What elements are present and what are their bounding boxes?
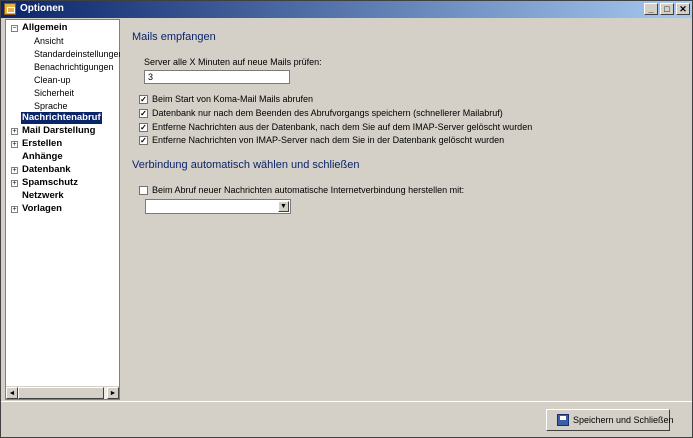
checkbox-save-db-after-fetch[interactable]: ✓ — [139, 109, 148, 118]
window-title: Optionen — [20, 3, 64, 14]
checkbox-label: Entferne Nachrichten von IMAP-Server nac… — [152, 135, 505, 145]
sidebar-horizontal-scrollbar[interactable]: ◄ ► — [6, 386, 119, 399]
checkbox-fetch-on-start[interactable]: ✓ — [139, 95, 148, 104]
section-title-verbindung: Verbindung automatisch wählen und schlie… — [132, 159, 360, 171]
tree-item-sicherheit[interactable]: Sicherheit — [34, 87, 74, 99]
checkbox-label: Entferne Nachrichten aus der Datenbank, … — [152, 122, 533, 132]
save-and-close-label: Speichern und Schließen — [573, 415, 674, 425]
app-icon — [4, 3, 16, 15]
tree-item-clean-up[interactable]: Clean-up — [34, 74, 71, 86]
tree-item-ansicht[interactable]: Ansicht — [34, 35, 64, 47]
collapse-icon[interactable]: − — [11, 25, 18, 32]
options-window: Optionen _ □ ✕ − Allgemein Ansicht Stand… — [0, 0, 693, 438]
save-and-close-button[interactable]: Speichern und Schließen — [546, 409, 674, 431]
tree-item-mail-darstellung[interactable]: Mail Darstellung — [22, 125, 95, 137]
expand-icon[interactable]: + — [11, 141, 18, 148]
tree-item-allgemein[interactable]: Allgemein — [22, 22, 67, 34]
chevron-down-icon[interactable]: ▼ — [278, 201, 289, 212]
minimize-button[interactable]: _ — [644, 3, 658, 15]
title-bar: Optionen _ □ ✕ — [1, 1, 692, 18]
server-interval-input[interactable] — [144, 70, 290, 84]
tree-item-standardeinstellungen[interactable]: Standardeinstellungen — [34, 48, 124, 60]
tree-item-vorlagen[interactable]: Vorlagen — [22, 203, 62, 215]
scroll-left-arrow-icon[interactable]: ◄ — [6, 387, 18, 399]
settings-panel: Mails empfangen Server alle X Minuten au… — [124, 19, 690, 400]
expand-icon[interactable]: + — [11, 167, 18, 174]
maximize-button[interactable]: □ — [660, 3, 674, 15]
scrollbar-thumb[interactable] — [18, 387, 104, 399]
close-button[interactable]: ✕ — [676, 3, 690, 15]
checkbox-remove-from-imap[interactable]: ✓ — [139, 136, 148, 145]
save-icon — [557, 414, 569, 426]
checkbox-label: Beim Start von Koma-Mail Mails abrufen — [152, 94, 314, 104]
checkbox-label: Beim Abruf neuer Nachrichten automatisch… — [152, 185, 465, 195]
tree-item-netzwerk[interactable]: Netzwerk — [22, 190, 64, 202]
tree-item-nachrichtenabruf[interactable]: Nachrichtenabruf — [21, 112, 102, 124]
tree-item-anhaenge[interactable]: Anhänge — [22, 151, 63, 163]
checkbox-label: Datenbank nur nach dem Beenden des Abruf… — [152, 108, 503, 118]
tree-item-erstellen[interactable]: Erstellen — [22, 138, 62, 150]
section-title-mails-empfangen: Mails empfangen — [132, 31, 216, 43]
checkbox-auto-connect[interactable] — [139, 186, 148, 195]
server-interval-label: Server alle X Minuten auf neue Mails prü… — [144, 57, 322, 67]
tree-item-sprache[interactable]: Sprache — [34, 100, 68, 112]
tree-item-benachrichtigungen[interactable]: Benachrichtigungen — [34, 61, 114, 73]
scroll-right-arrow-icon[interactable]: ► — [107, 387, 119, 399]
expand-icon[interactable]: + — [11, 180, 18, 187]
connection-dropdown[interactable]: ▼ — [145, 199, 291, 214]
expand-icon[interactable]: + — [11, 206, 18, 213]
options-tree: − Allgemein Ansicht Standardeinstellunge… — [5, 19, 124, 400]
tree-item-datenbank[interactable]: Datenbank — [22, 164, 71, 176]
checkbox-remove-from-db[interactable]: ✓ — [139, 123, 148, 132]
tree-item-spamschutz[interactable]: Spamschutz — [22, 177, 78, 189]
expand-icon[interactable]: + — [11, 128, 18, 135]
